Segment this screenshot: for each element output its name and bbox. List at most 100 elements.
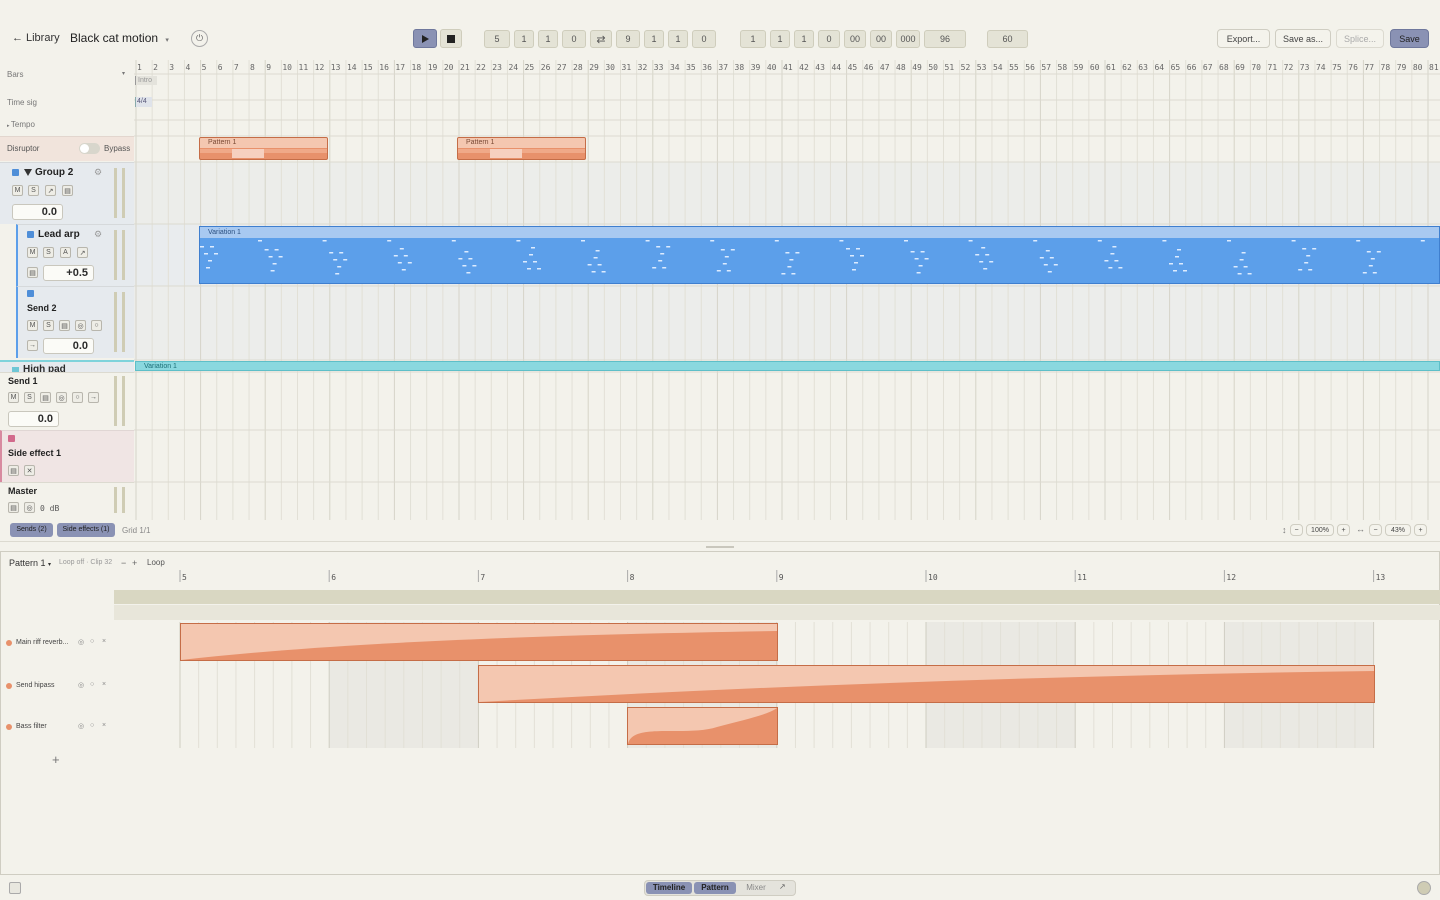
automation-clip-main-riff[interactable]	[180, 623, 778, 661]
time-ms[interactable]: 000	[896, 30, 920, 48]
arm-button[interactable]: A	[60, 247, 71, 258]
solo-button[interactable]: S	[28, 185, 39, 196]
zoom-in-h-button[interactable]: +	[1414, 524, 1427, 536]
pattern-lane[interactable]: Main riff reverb... ◎ ○ ×	[6, 638, 110, 650]
track-side-effect-name[interactable]: Side effect 1	[8, 448, 61, 458]
loop-start-bar[interactable]: 5	[484, 30, 510, 48]
device-button[interactable]: ▤	[8, 502, 19, 513]
track-send1-name[interactable]: Send 1	[8, 376, 38, 386]
mute-button[interactable]: M	[27, 320, 38, 331]
mute-button[interactable]: M	[8, 392, 19, 403]
power-icon[interactable]: ○	[90, 638, 94, 645]
fx-button[interactable]: ◎	[24, 502, 35, 513]
panel-splitter[interactable]	[0, 541, 1440, 551]
tab-pattern[interactable]: Pattern	[694, 882, 736, 894]
fx-button[interactable]: ◎	[56, 392, 67, 403]
sidebar-toggle-icon[interactable]	[9, 882, 21, 894]
power-icon[interactable]: ⏻	[191, 30, 208, 47]
back-link[interactable]: ← Library	[12, 32, 60, 44]
fx-icon[interactable]: ◎	[78, 722, 84, 730]
add-lane-button[interactable]: +	[52, 752, 60, 767]
sends-button[interactable]: Sends (2)	[10, 523, 53, 537]
position-bar[interactable]: 1	[740, 30, 766, 48]
loop-end-sixteenth[interactable]: 1	[668, 30, 688, 48]
collapse-triangle-icon[interactable]	[24, 169, 32, 176]
zoom-in-v-button[interactable]: +	[1337, 524, 1350, 536]
pattern-name[interactable]: Pattern 1 ▾	[9, 558, 51, 568]
pattern-plus-button[interactable]: +	[132, 558, 137, 568]
intro-marker[interactable]: Intro	[135, 76, 157, 85]
loop-start-sixteenth[interactable]: 1	[538, 30, 558, 48]
zoom-out-v-button[interactable]: −	[1290, 524, 1303, 536]
time-hours[interactable]: 00	[844, 30, 866, 48]
splice-button[interactable]: Splice...	[1336, 29, 1384, 48]
export-button[interactable]: Export...	[1217, 29, 1270, 48]
remove-button[interactable]: ✕	[24, 465, 35, 476]
loop-toggle[interactable]: ⇄	[590, 30, 612, 48]
tempo-box[interactable]: 60	[987, 30, 1028, 48]
phase-button[interactable]: ○	[91, 320, 102, 331]
tab-timeline[interactable]: Timeline	[646, 882, 692, 894]
position-beat[interactable]: 1	[770, 30, 790, 48]
fx-icon[interactable]: ◎	[78, 681, 84, 689]
tab-mixer[interactable]: Mixer	[739, 882, 773, 894]
track-group2-name[interactable]: Group 2	[35, 167, 73, 178]
device-button[interactable]: ▤	[62, 185, 73, 196]
loop-end-bar[interactable]: 9	[616, 30, 640, 48]
mute-button[interactable]: M	[12, 185, 23, 196]
device-button[interactable]: ▤	[27, 267, 38, 278]
phase-button[interactable]: ○	[72, 392, 83, 403]
volume-field[interactable]: 0.0	[43, 338, 94, 354]
disruptor-clip[interactable]: Pattern 1	[457, 137, 586, 160]
settings-icon[interactable]: ⚙	[94, 229, 102, 240]
time-minutes[interactable]: 00	[870, 30, 892, 48]
output-button[interactable]: →	[27, 340, 38, 351]
solo-button[interactable]: S	[43, 320, 54, 331]
close-icon[interactable]: ×	[102, 722, 106, 729]
volume-field[interactable]: 0.0	[12, 204, 63, 220]
bars-lane-caret-icon[interactable]: ▾	[122, 70, 125, 77]
pattern-minus-button[interactable]: −	[121, 558, 126, 568]
settings-icon[interactable]: ⚙	[94, 167, 102, 178]
loop-start-tick[interactable]: 0	[562, 30, 586, 48]
play-button[interactable]	[413, 29, 437, 48]
tempo-bpm[interactable]: 96	[924, 30, 966, 48]
power-icon[interactable]: ○	[90, 722, 94, 729]
volume-field[interactable]: 0.0	[8, 411, 59, 427]
stop-button[interactable]	[440, 29, 462, 48]
loop-label[interactable]: Loop	[147, 558, 165, 567]
fx-button[interactable]: ◎	[75, 320, 86, 331]
loop-start-beat[interactable]: 1	[514, 30, 534, 48]
mute-button[interactable]: M	[27, 247, 38, 258]
zoom-out-h-button[interactable]: −	[1369, 524, 1382, 536]
external-link-icon[interactable]: ↗	[779, 882, 786, 891]
device-button[interactable]: ▤	[40, 392, 51, 403]
route-button[interactable]: ↗	[45, 185, 56, 196]
assistant-icon[interactable]	[1417, 881, 1431, 895]
loop-end-beat[interactable]: 1	[644, 30, 664, 48]
zoom-h-value[interactable]: 43%	[1385, 524, 1411, 536]
zoom-v-value[interactable]: 100%	[1306, 524, 1334, 536]
automation-clip-send-hipass[interactable]	[478, 665, 1375, 703]
tempo-lane-label[interactable]: ▸ Tempo	[7, 120, 35, 129]
solo-button[interactable]: S	[43, 247, 54, 258]
output-button[interactable]: →	[88, 392, 99, 403]
route-button[interactable]: ↗	[77, 247, 88, 258]
position-sixteenth[interactable]: 1	[794, 30, 814, 48]
close-icon[interactable]: ×	[102, 638, 106, 645]
solo-button[interactable]: S	[24, 392, 35, 403]
device-button[interactable]: ▤	[59, 320, 70, 331]
close-icon[interactable]: ×	[102, 681, 106, 688]
fx-icon[interactable]: ◎	[78, 638, 84, 646]
grid-label[interactable]: Grid 1/1	[122, 526, 150, 535]
track-master-name[interactable]: Master	[8, 486, 37, 496]
save-as-button[interactable]: Save as...	[1275, 29, 1331, 48]
save-button[interactable]: Save	[1390, 29, 1429, 48]
project-title[interactable]: Black cat motion ▾	[70, 31, 169, 45]
side-effects-button[interactable]: Side effects (1)	[57, 523, 115, 537]
device-button[interactable]: ▤	[8, 465, 19, 476]
loop-end-tick[interactable]: 0	[692, 30, 716, 48]
automation-clip-bass-filter[interactable]	[627, 707, 778, 745]
pattern-lane[interactable]: Send hipass ◎ ○ ×	[6, 681, 110, 693]
track-lead-arp-name[interactable]: Lead arp	[38, 229, 80, 240]
